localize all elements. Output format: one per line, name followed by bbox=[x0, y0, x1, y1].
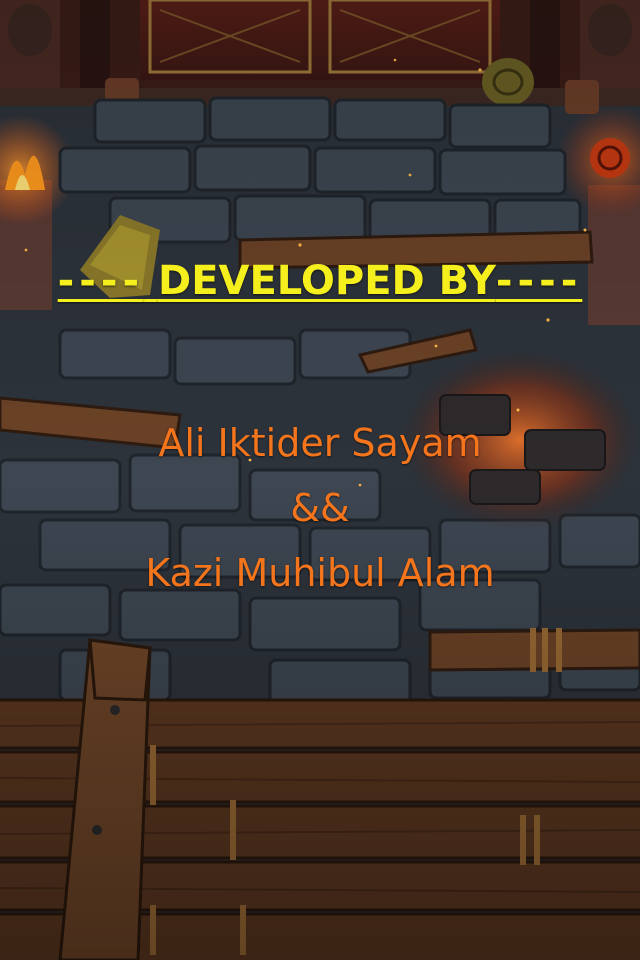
developer-name-second: Kazi Muhibul Alam bbox=[145, 551, 495, 595]
credits-screen: ---- DEVELOPED BY---- Ali Iktider Sayam … bbox=[0, 0, 640, 960]
heading-left-dashes: ---- bbox=[57, 258, 145, 304]
dungeon-background bbox=[0, 0, 640, 960]
developer-separator: && bbox=[290, 486, 350, 530]
developer-name-first: Ali Iktider Sayam bbox=[158, 421, 482, 465]
developed-by-heading: ---- DEVELOPED BY---- bbox=[0, 253, 640, 309]
heading-text: DEVELOPED BY bbox=[158, 258, 496, 304]
heading-right-dashes: ---- bbox=[495, 258, 583, 304]
